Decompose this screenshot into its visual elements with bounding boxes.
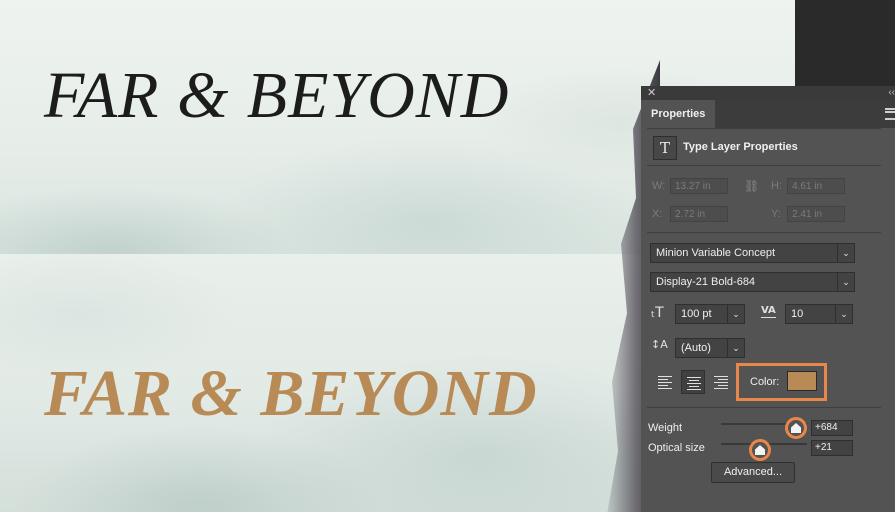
optical-size-slider-thumb[interactable] bbox=[749, 439, 771, 461]
headline-text-gold[interactable]: FAR & BEYOND bbox=[44, 356, 538, 432]
align-right-button[interactable] bbox=[709, 370, 733, 394]
font-style-dropdown[interactable]: Display-21 Bold-684 ⌄ bbox=[650, 272, 855, 292]
height-label: H: bbox=[771, 180, 782, 192]
leading-icon: ↕A bbox=[651, 338, 668, 351]
align-center-button[interactable] bbox=[681, 370, 705, 394]
weight-slider-thumb[interactable] bbox=[785, 417, 807, 439]
chevron-down-icon: ⌄ bbox=[727, 339, 744, 357]
height-field[interactable]: 4.61 in bbox=[787, 178, 845, 194]
collapse-panel-icon[interactable]: ‹‹ bbox=[888, 86, 895, 100]
tracking-icon: VA bbox=[761, 305, 776, 318]
align-left-button[interactable] bbox=[653, 370, 677, 394]
link-dimensions-icon[interactable]: ⛓ bbox=[744, 179, 759, 193]
headline-text-black[interactable]: FAR & BEYOND bbox=[44, 58, 509, 134]
panel-menu-icon[interactable] bbox=[885, 108, 895, 120]
divider bbox=[647, 128, 881, 129]
y-label: Y: bbox=[771, 208, 781, 220]
width-field[interactable]: 13.27 in bbox=[670, 178, 728, 194]
font-size-dropdown[interactable]: 100 pt ⌄ bbox=[675, 304, 745, 324]
font-family-value: Minion Variable Concept bbox=[656, 247, 776, 259]
divider bbox=[647, 165, 881, 166]
color-label: Color: bbox=[750, 376, 780, 388]
close-panel-icon[interactable]: ✕ bbox=[647, 86, 656, 100]
leading-dropdown[interactable]: (Auto) ⌄ bbox=[675, 338, 745, 358]
advanced-button[interactable]: Advanced... bbox=[711, 462, 795, 483]
tracking-dropdown[interactable]: 10 ⌄ bbox=[785, 304, 853, 324]
x-field[interactable]: 2.72 in bbox=[670, 206, 728, 222]
optical-size-label: Optical size bbox=[648, 442, 705, 454]
divider bbox=[647, 232, 881, 233]
chevron-down-icon: ⌄ bbox=[727, 305, 744, 323]
y-field[interactable]: 2.41 in bbox=[787, 206, 845, 222]
leading-value: (Auto) bbox=[681, 342, 711, 354]
chevron-down-icon: ⌄ bbox=[837, 273, 854, 291]
font-size-value: 100 pt bbox=[681, 308, 712, 320]
width-label: W: bbox=[652, 180, 666, 192]
optical-size-value-field[interactable]: +21 bbox=[811, 440, 853, 456]
weight-label: Weight bbox=[648, 422, 683, 434]
properties-panel: ✕ ‹‹ Properties T Type Layer Properties … bbox=[641, 86, 895, 512]
section-title: Type Layer Properties bbox=[683, 141, 798, 153]
tracking-value: 10 bbox=[791, 308, 804, 320]
color-swatch[interactable] bbox=[787, 371, 817, 391]
font-style-value: Display-21 Bold-684 bbox=[656, 276, 756, 288]
panel-tabbar: Properties bbox=[641, 100, 895, 128]
chevron-down-icon: ⌄ bbox=[837, 244, 854, 262]
slider-thumb-icon bbox=[791, 423, 801, 433]
type-layer-icon: T bbox=[653, 136, 677, 160]
font-size-icon: ₜT bbox=[651, 305, 664, 321]
slider-thumb-icon bbox=[755, 445, 765, 455]
panel-titlebar: ✕ ‹‹ bbox=[641, 86, 895, 100]
workspace-background bbox=[795, 0, 895, 86]
font-family-dropdown[interactable]: Minion Variable Concept ⌄ bbox=[650, 243, 855, 263]
weight-value-field[interactable]: +684 bbox=[811, 420, 853, 436]
tab-properties[interactable]: Properties bbox=[641, 100, 716, 128]
x-label: X: bbox=[652, 208, 663, 220]
chevron-down-icon: ⌄ bbox=[835, 305, 852, 323]
divider bbox=[647, 407, 881, 408]
